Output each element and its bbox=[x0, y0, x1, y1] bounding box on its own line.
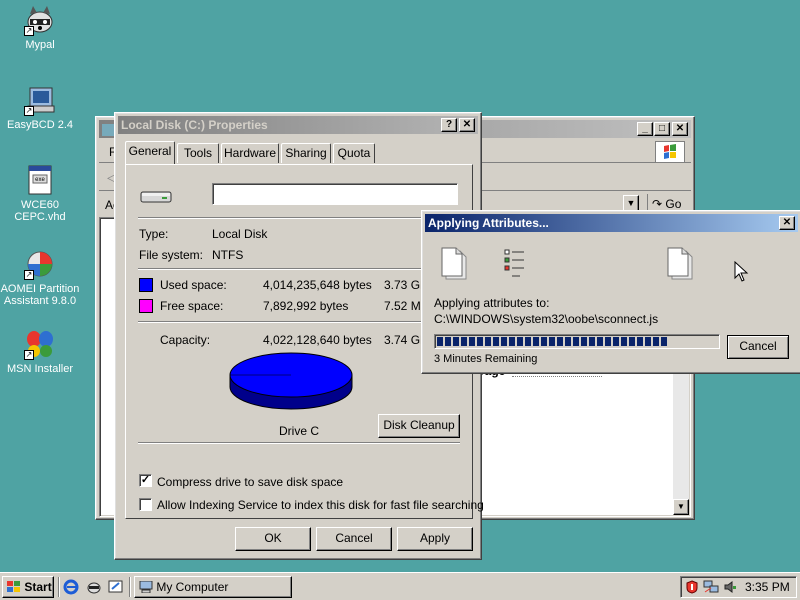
windows-logo-icon bbox=[655, 141, 685, 163]
compress-label[interactable]: Compress drive to save disk space bbox=[157, 475, 343, 489]
taskbar: Start My Computer 3:35 PM bbox=[0, 572, 800, 600]
taskbar-my-computer-button[interactable]: My Computer bbox=[134, 576, 292, 598]
cancel-button[interactable]: Cancel bbox=[316, 527, 392, 551]
properties-title: Local Disk (C:) Properties bbox=[121, 118, 268, 132]
divider bbox=[138, 442, 460, 444]
security-shield-icon[interactable] bbox=[685, 580, 699, 594]
desktop-icon-mypal[interactable]: ↗ Mypal bbox=[0, 4, 80, 51]
apply-button[interactable]: Apply bbox=[397, 527, 473, 551]
aomei-icon: ↗ bbox=[24, 248, 56, 280]
minimize-button[interactable]: _ bbox=[637, 122, 653, 136]
desktop-icon-label: Mypal bbox=[25, 39, 55, 51]
disk-cleanup-button[interactable]: Disk Cleanup bbox=[378, 414, 460, 438]
scroll-down-button[interactable]: ▼ bbox=[673, 499, 689, 515]
go-label: Go bbox=[665, 197, 682, 211]
my-computer-icon bbox=[139, 579, 153, 594]
tab-strip: General Tools Hardware Sharing Quota bbox=[125, 141, 475, 165]
type-value: Local Disk bbox=[212, 227, 268, 241]
desktop-icon-easybcd[interactable]: ↗ EasyBCD 2.4 bbox=[0, 84, 80, 131]
tab-tools[interactable]: Tools bbox=[177, 143, 219, 163]
quicklaunch-divider bbox=[129, 577, 131, 597]
easybcd-icon: ↗ bbox=[24, 84, 56, 116]
go-arrow-icon: ↷ bbox=[652, 197, 663, 211]
tab-quota[interactable]: Quota bbox=[333, 143, 375, 163]
type-label: Type: bbox=[139, 227, 169, 241]
free-space-label: Free space: bbox=[160, 299, 224, 313]
used-space-bytes: 4,014,235,648 bytes bbox=[263, 278, 372, 292]
compress-checkbox[interactable]: ✓ bbox=[139, 474, 152, 487]
close-button[interactable]: ✕ bbox=[779, 216, 795, 230]
volume-icon[interactable] bbox=[723, 580, 737, 594]
system-tray: 3:35 PM bbox=[680, 576, 797, 598]
mouse-cursor-icon bbox=[734, 260, 750, 283]
desktop-icon-wce60[interactable]: exe WCE60 CEPC.vhd bbox=[0, 164, 80, 223]
divider bbox=[138, 268, 460, 270]
start-button[interactable]: Start bbox=[2, 576, 54, 598]
applying-file-path: C:\WINDOWS\system32\oobe\sconnect.js bbox=[434, 312, 659, 326]
desktop-icon-label: AOMEI Partition Assistant 9.8.0 bbox=[0, 283, 80, 307]
drive-label: Drive C bbox=[279, 424, 320, 438]
disk-usage-pie bbox=[228, 349, 354, 417]
filesystem-value: NTFS bbox=[212, 248, 244, 262]
desktop-icon-label: WCE60 CEPC.vhd bbox=[14, 199, 66, 223]
internet-explorer-icon[interactable] bbox=[63, 579, 79, 595]
taskbar-task-label: My Computer bbox=[156, 580, 229, 594]
used-space-label: Used space: bbox=[160, 278, 227, 292]
desktop-icon-label: EasyBCD 2.4 bbox=[6, 119, 74, 131]
attribute-list-icon bbox=[504, 249, 528, 279]
free-space-bytes: 7,892,992 bytes bbox=[263, 299, 349, 313]
indexing-label[interactable]: Allow Indexing Service to index this dis… bbox=[157, 498, 484, 512]
mypal-quicklaunch-icon[interactable] bbox=[86, 579, 102, 595]
tab-general[interactable]: General bbox=[125, 141, 175, 164]
target-document-icon bbox=[666, 247, 693, 280]
filesystem-label: File system: bbox=[139, 248, 204, 262]
time-remaining-label: 3 Minutes Remaining bbox=[434, 353, 538, 365]
applying-titlebar[interactable]: Applying Attributes... ✕ bbox=[425, 214, 798, 232]
ok-button[interactable]: OK bbox=[235, 527, 311, 551]
desktop-icon-msn[interactable]: ↗ MSN Installer bbox=[0, 328, 80, 375]
capacity-bytes: 4,022,128,640 bytes bbox=[263, 333, 372, 347]
volume-label-input[interactable] bbox=[212, 183, 458, 205]
quicklaunch-divider bbox=[58, 577, 60, 597]
close-button[interactable]: ✕ bbox=[459, 118, 475, 132]
desktop-icon-aomei[interactable]: ↗ AOMEI Partition Assistant 9.8.0 bbox=[0, 248, 80, 307]
maximize-button[interactable]: □ bbox=[654, 122, 670, 136]
applying-title: Applying Attributes... bbox=[428, 216, 549, 230]
help-button[interactable]: ? bbox=[441, 118, 457, 132]
used-space-swatch bbox=[139, 278, 153, 292]
progress-bar bbox=[434, 334, 720, 349]
raccoon-icon: ↗ bbox=[24, 4, 56, 36]
network-icon[interactable] bbox=[703, 580, 719, 594]
free-space-swatch bbox=[139, 299, 153, 313]
capacity-label: Capacity: bbox=[160, 333, 211, 347]
msn-butterfly-icon: ↗ bbox=[24, 328, 56, 360]
svg-text:exe: exe bbox=[35, 177, 45, 183]
desktop-quicklaunch-icon[interactable] bbox=[108, 579, 124, 595]
tab-hardware[interactable]: Hardware bbox=[221, 143, 279, 163]
close-button[interactable]: ✕ bbox=[672, 122, 688, 136]
divider bbox=[138, 217, 460, 219]
source-documents-icon bbox=[440, 247, 467, 280]
content-dotted-line bbox=[512, 376, 602, 377]
applying-attributes-dialog[interactable]: Applying Attributes... ✕ Applying attrib… bbox=[421, 210, 800, 374]
vhd-file-icon: exe bbox=[24, 164, 56, 196]
clock[interactable]: 3:35 PM bbox=[745, 580, 790, 594]
properties-titlebar[interactable]: Local Disk (C:) Properties ? ✕ bbox=[118, 116, 478, 134]
start-label: Start bbox=[24, 580, 52, 594]
indexing-checkbox[interactable] bbox=[139, 498, 152, 511]
desktop-icon-label: MSN Installer bbox=[6, 363, 74, 375]
explorer-title-icon bbox=[102, 123, 114, 136]
applying-cancel-button[interactable]: Cancel bbox=[727, 335, 789, 359]
progress-bar-fill bbox=[437, 337, 667, 346]
hard-drive-icon bbox=[140, 189, 172, 205]
divider bbox=[138, 321, 460, 323]
windows-start-icon bbox=[7, 579, 21, 592]
tab-sharing[interactable]: Sharing bbox=[281, 143, 331, 163]
applying-status-label: Applying attributes to: bbox=[434, 296, 550, 310]
